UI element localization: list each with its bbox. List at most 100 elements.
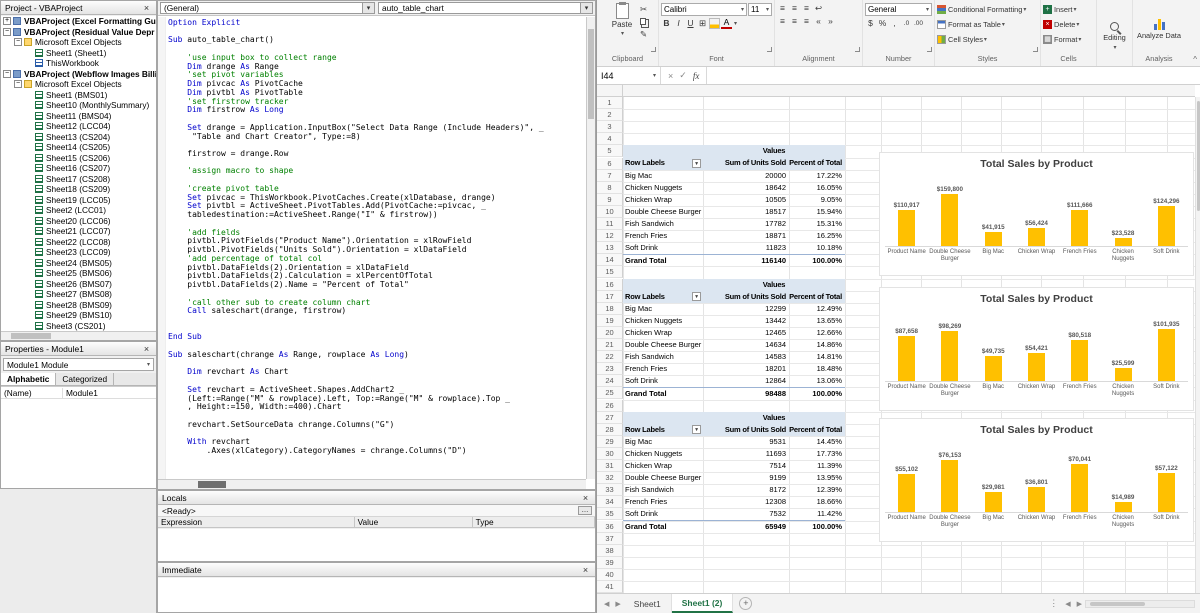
- wrap-text-icon[interactable]: ↩: [813, 3, 824, 14]
- tree-toggle-icon[interactable]: +: [3, 17, 11, 25]
- project-tree-item[interactable]: Sheet1 (BMS01): [1, 90, 156, 101]
- row-header-34[interactable]: 34: [597, 496, 623, 508]
- pivot-cell[interactable]: 100.00%: [789, 255, 845, 266]
- row-header-25[interactable]: 25: [597, 387, 623, 399]
- pivot-cell[interactable]: 100.00%: [789, 388, 845, 399]
- pivot-cell[interactable]: Soft Drink: [623, 242, 703, 254]
- enter-icon[interactable]: ✓: [679, 70, 687, 81]
- pivot-cell[interactable]: Double Cheese Burger: [623, 339, 703, 351]
- tab-scroll-left-icon[interactable]: ◀: [601, 600, 612, 608]
- horizontal-scrollbar[interactable]: [1085, 600, 1195, 608]
- pivot-cell[interactable]: Double Cheese Burger: [623, 472, 703, 484]
- row-header-17[interactable]: 17: [597, 291, 623, 303]
- pivot-cell[interactable]: 11.39%: [789, 460, 845, 472]
- scrollbar-thumb[interactable]: [11, 333, 51, 339]
- number-format-select[interactable]: General ▾: [865, 3, 932, 16]
- pivot-cell[interactable]: 7532: [703, 508, 789, 520]
- project-tree-item[interactable]: Sheet21 (LCC07): [1, 226, 156, 237]
- row-header-40[interactable]: 40: [597, 569, 623, 581]
- project-tree-item[interactable]: Sheet17 (CS208): [1, 174, 156, 185]
- pivot-cell[interactable]: Big Mac: [623, 436, 703, 448]
- more-options-icon[interactable]: ⋮: [1049, 598, 1058, 609]
- row-header-3[interactable]: 3: [597, 121, 623, 133]
- pivot-cell[interactable]: 12.39%: [789, 484, 845, 496]
- project-tree-hscrollbar[interactable]: [1, 331, 156, 340]
- pivot-cell[interactable]: Soft Drink: [623, 508, 703, 520]
- pivot-cell[interactable]: 11.42%: [789, 508, 845, 520]
- pivot-cell[interactable]: 14.81%: [789, 351, 845, 363]
- code-vscrollbar[interactable]: [586, 17, 595, 479]
- project-tree-item[interactable]: Sheet23 (LCC09): [1, 247, 156, 258]
- column-chart[interactable]: Total Sales by Product$110,917$159,800$4…: [879, 152, 1194, 276]
- locals-header[interactable]: Locals ×: [158, 491, 595, 505]
- row-header-10[interactable]: 10: [597, 206, 623, 218]
- project-tree-item[interactable]: Sheet3 (CS201): [1, 321, 156, 332]
- pivot-cell[interactable]: Grand Total: [623, 521, 703, 532]
- row-header-1[interactable]: 1: [597, 97, 623, 109]
- conditional-formatting-button[interactable]: Conditional Formatting ▾: [937, 3, 1038, 16]
- scrollbar-thumb[interactable]: [588, 29, 594, 119]
- pivot-cell[interactable]: Fish Sandwich: [623, 351, 703, 363]
- vertical-scrollbar[interactable]: [1195, 97, 1200, 593]
- property-row[interactable]: (Name) Module1: [1, 387, 156, 399]
- row-header-29[interactable]: 29: [597, 436, 623, 448]
- project-tree-item[interactable]: Sheet28 (BMS09): [1, 300, 156, 311]
- pivot-cell[interactable]: Soft Drink: [623, 375, 703, 387]
- pivot-cell[interactable]: 98488: [703, 388, 789, 399]
- project-tree-item[interactable]: Sheet29 (BMS10): [1, 310, 156, 321]
- property-value[interactable]: Module1: [63, 388, 98, 398]
- tree-toggle-icon[interactable]: −: [14, 80, 22, 88]
- tab-scroll-right-icon[interactable]: ▶: [612, 600, 623, 608]
- chart-bar[interactable]: [1028, 487, 1045, 512]
- close-icon[interactable]: ×: [141, 3, 152, 13]
- chart-bar[interactable]: [1071, 210, 1088, 246]
- row-header-27[interactable]: 27: [597, 412, 623, 424]
- font-name-select[interactable]: Calibri ▾: [661, 3, 747, 16]
- tab-alphabetic[interactable]: Alphabetic: [1, 373, 56, 385]
- decrease-decimal-icon[interactable]: .00: [913, 18, 924, 29]
- chart-bar[interactable]: [985, 232, 1002, 246]
- pivot-cell[interactable]: 12308: [703, 496, 789, 508]
- pivot-cell[interactable]: 17.22%: [789, 170, 845, 182]
- pivot-cell[interactable]: 10.18%: [789, 242, 845, 254]
- chart-bar[interactable]: [941, 460, 958, 512]
- pivot-cell[interactable]: 116140: [703, 255, 789, 266]
- fill-color-icon[interactable]: [709, 18, 720, 29]
- pivot-cell[interactable]: Double Cheese Burger: [623, 206, 703, 218]
- pivot-cell[interactable]: 14583: [703, 351, 789, 363]
- project-tree-item[interactable]: −VBAProject (Residual Value Depr: [1, 27, 156, 38]
- insert-function-icon[interactable]: fx: [693, 71, 700, 81]
- procedure-dropdown[interactable]: auto_table_chart ▾: [378, 2, 593, 14]
- pivot-cell[interactable]: 18642: [703, 182, 789, 194]
- row-header-33[interactable]: 33: [597, 484, 623, 496]
- pivot-cell[interactable]: 15.94%: [789, 206, 845, 218]
- row-header-21[interactable]: 21: [597, 339, 623, 351]
- pivot-cell[interactable]: Chicken Nuggets: [623, 448, 703, 460]
- pivot-cell[interactable]: 12299: [703, 303, 789, 315]
- project-tree-item[interactable]: Sheet24 (BMS05): [1, 258, 156, 269]
- chart-bar[interactable]: [1028, 353, 1045, 381]
- pivot-cell[interactable]: [623, 279, 703, 291]
- pivot-cell[interactable]: Big Mac: [623, 303, 703, 315]
- code-lines[interactable]: Option Explicit Sub auto_table_chart() '…: [166, 17, 544, 479]
- pivot-cell[interactable]: 20000: [703, 170, 789, 182]
- pivot-cell[interactable]: Chicken Wrap: [623, 460, 703, 472]
- pivot-cell[interactable]: 13.06%: [789, 375, 845, 387]
- row-header-4[interactable]: 4: [597, 133, 623, 145]
- row-header-2[interactable]: 2: [597, 109, 623, 121]
- chart-bar[interactable]: [1158, 473, 1175, 512]
- delete-cells-button[interactable]: × Delete ▾: [1043, 18, 1094, 31]
- row-header-32[interactable]: 32: [597, 472, 623, 484]
- chart-bar[interactable]: [898, 336, 915, 381]
- row-header-24[interactable]: 24: [597, 375, 623, 387]
- add-sheet-button[interactable]: +: [739, 597, 752, 610]
- pivot-cell[interactable]: Chicken Nuggets: [623, 315, 703, 327]
- chart-bar[interactable]: [941, 331, 958, 381]
- project-tree-item[interactable]: Sheet25 (BMS06): [1, 268, 156, 279]
- locals-column-type[interactable]: Type: [473, 517, 595, 527]
- row-header-12[interactable]: 12: [597, 230, 623, 242]
- locals-column-value[interactable]: Value: [355, 517, 473, 527]
- chart-bar[interactable]: [985, 492, 1002, 512]
- tab-categorized[interactable]: Categorized: [56, 373, 114, 385]
- pivot-cell[interactable]: 9531: [703, 436, 789, 448]
